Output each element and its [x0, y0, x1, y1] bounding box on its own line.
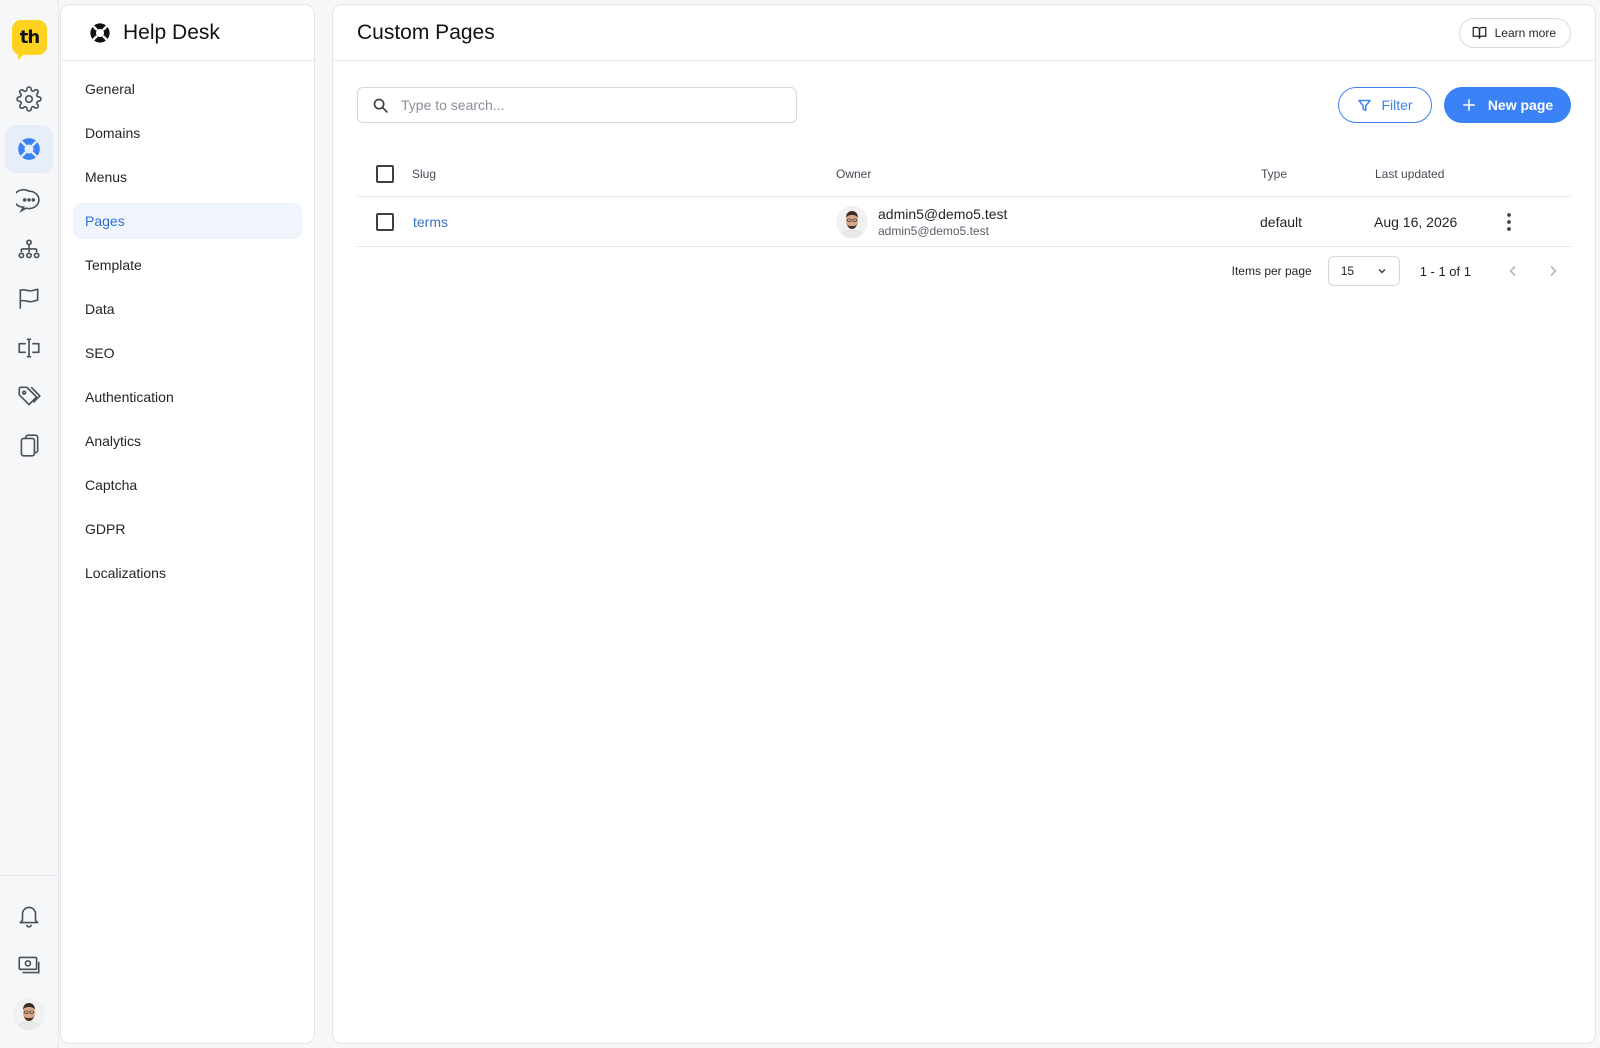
row-checkbox[interactable]: [376, 212, 394, 231]
rail-settings[interactable]: [5, 75, 53, 123]
text-cursor-icon: [18, 338, 40, 358]
app-logo[interactable]: th: [12, 20, 47, 60]
owner-info: admin5@demo5.test admin5@demo5.test: [836, 205, 1007, 238]
rail-flag[interactable]: [5, 275, 53, 323]
rail-sitemap[interactable]: [5, 226, 53, 274]
rail-divider: [0, 875, 59, 876]
sitemap-icon: [18, 239, 40, 259]
settings-subnav: Help Desk General Domains Menus Pages Templa…: [60, 4, 315, 1044]
subnav-item-seo[interactable]: SEO: [73, 335, 302, 371]
subnav-item-analytics[interactable]: Analytics: [73, 423, 302, 459]
owner-cell: admin5@demo5.test admin5@demo5.test: [836, 197, 1007, 246]
learn-more-button[interactable]: Learn more: [1458, 17, 1571, 48]
rail-help-desk[interactable]: [5, 125, 53, 173]
owner-text: admin5@demo5.test admin5@demo5.test: [878, 206, 1007, 238]
owner-name: admin5@demo5.test: [878, 205, 1008, 222]
filter-label: Filter: [1381, 97, 1413, 113]
subnav-title: Help Desk: [123, 20, 220, 44]
rail-billing[interactable]: [5, 941, 53, 989]
tags-icon: [18, 386, 41, 406]
subnav-item-domains[interactable]: Domains: [73, 115, 302, 151]
new-page-button[interactable]: New page: [1444, 87, 1571, 123]
column-header-owner[interactable]: Owner: [836, 151, 871, 196]
toolbar: Filter New page: [357, 87, 1571, 123]
subnav-header: Help Desk: [61, 5, 314, 61]
rail-chat[interactable]: [5, 177, 53, 225]
type-cell: default: [1260, 213, 1303, 230]
main-header: Custom Pages Learn more: [333, 5, 1595, 61]
items-per-page-value: 15: [1340, 264, 1355, 278]
owner-email: admin5@demo5.test: [878, 223, 989, 238]
chevron-left-icon: [1509, 265, 1516, 277]
open-book-icon: [1472, 26, 1486, 39]
select-all-checkbox[interactable]: [376, 164, 394, 183]
main-panel: Custom Pages Learn more Filter N: [332, 4, 1596, 1044]
subnav-item-localizations[interactable]: Localizations: [73, 555, 302, 591]
filter-button[interactable]: Filter: [1338, 87, 1432, 123]
pagination-range: 1 - 1 of 1: [1419, 263, 1471, 279]
subnav-item-captcha[interactable]: Captcha: [73, 467, 302, 503]
search-input[interactable]: [401, 97, 781, 113]
row-select-cell: [376, 197, 394, 246]
chat-bubble-icon: [16, 188, 40, 213]
column-header-last-updated[interactable]: Last updated: [1375, 151, 1444, 196]
user-avatar[interactable]: [13, 998, 45, 1030]
subnav-item-menus[interactable]: Menus: [73, 159, 302, 195]
subnav-item-pages[interactable]: Pages: [73, 203, 302, 239]
subnav-item-authentication[interactable]: Authentication: [73, 379, 302, 415]
row-actions-cell: [1499, 197, 1519, 246]
rail-text-field[interactable]: [5, 324, 53, 372]
pagination: Items per page 15 1 - 1 of 1: [1232, 256, 1571, 286]
items-per-page-select[interactable]: 15: [1327, 256, 1400, 286]
icon-rail: th: [0, 0, 59, 1048]
column-header-slug[interactable]: Slug: [412, 151, 436, 196]
subnav-item-data[interactable]: Data: [73, 291, 302, 327]
rail-tags[interactable]: [5, 373, 53, 421]
chevron-down-icon: [1378, 268, 1386, 274]
slug-link[interactable]: terms: [413, 214, 448, 230]
avatar-portrait-icon: [836, 205, 868, 238]
kebab-menu-icon: [1507, 212, 1511, 231]
items-per-page-label: Items per page: [1231, 264, 1312, 278]
table-header: Slug Owner Type Last updated: [357, 151, 1571, 197]
search-box[interactable]: [357, 87, 797, 123]
pages-table: Slug Owner Type Last updated terms admin…: [357, 151, 1571, 247]
learn-more-label: Learn more: [1494, 25, 1556, 40]
table-row[interactable]: terms admin5@demo5.test admin5@demo5.tes…: [357, 197, 1571, 247]
column-header-type[interactable]: Type: [1261, 151, 1287, 196]
next-page-button[interactable]: [1543, 261, 1563, 281]
last-updated-cell: Aug 16, 2026: [1374, 213, 1458, 230]
chevron-right-icon: [1550, 265, 1557, 277]
rail-notifications[interactable]: [5, 891, 53, 939]
new-page-label: New page: [1487, 97, 1554, 113]
billing-icon: [18, 956, 40, 974]
slug-cell: terms: [413, 197, 448, 246]
rail-pages[interactable]: [5, 422, 53, 470]
funnel-icon: [1358, 99, 1372, 111]
row-actions-button[interactable]: [1499, 210, 1519, 234]
subnav-item-gdpr[interactable]: GDPR: [73, 511, 302, 547]
search-icon: [373, 98, 388, 113]
subnav-list: General Domains Menus Pages Template Data SEO A…: [61, 61, 314, 609]
select-all-cell: [376, 151, 394, 196]
flag-icon: [19, 288, 39, 309]
bell-icon: [19, 906, 39, 928]
previous-page-button[interactable]: [1503, 261, 1523, 281]
plus-icon: [1462, 98, 1475, 112]
lifebuoy-icon: [18, 138, 40, 160]
subnav-item-template[interactable]: Template: [73, 247, 302, 283]
owner-avatar: [836, 205, 868, 238]
subnav-item-general[interactable]: General: [73, 71, 302, 107]
copy-pages-icon: [20, 434, 39, 457]
page-title: Custom Pages: [357, 20, 495, 44]
lifebuoy-icon: [90, 22, 110, 43]
gear-icon: [16, 86, 42, 112]
avatar-portrait-icon: [13, 998, 45, 1030]
